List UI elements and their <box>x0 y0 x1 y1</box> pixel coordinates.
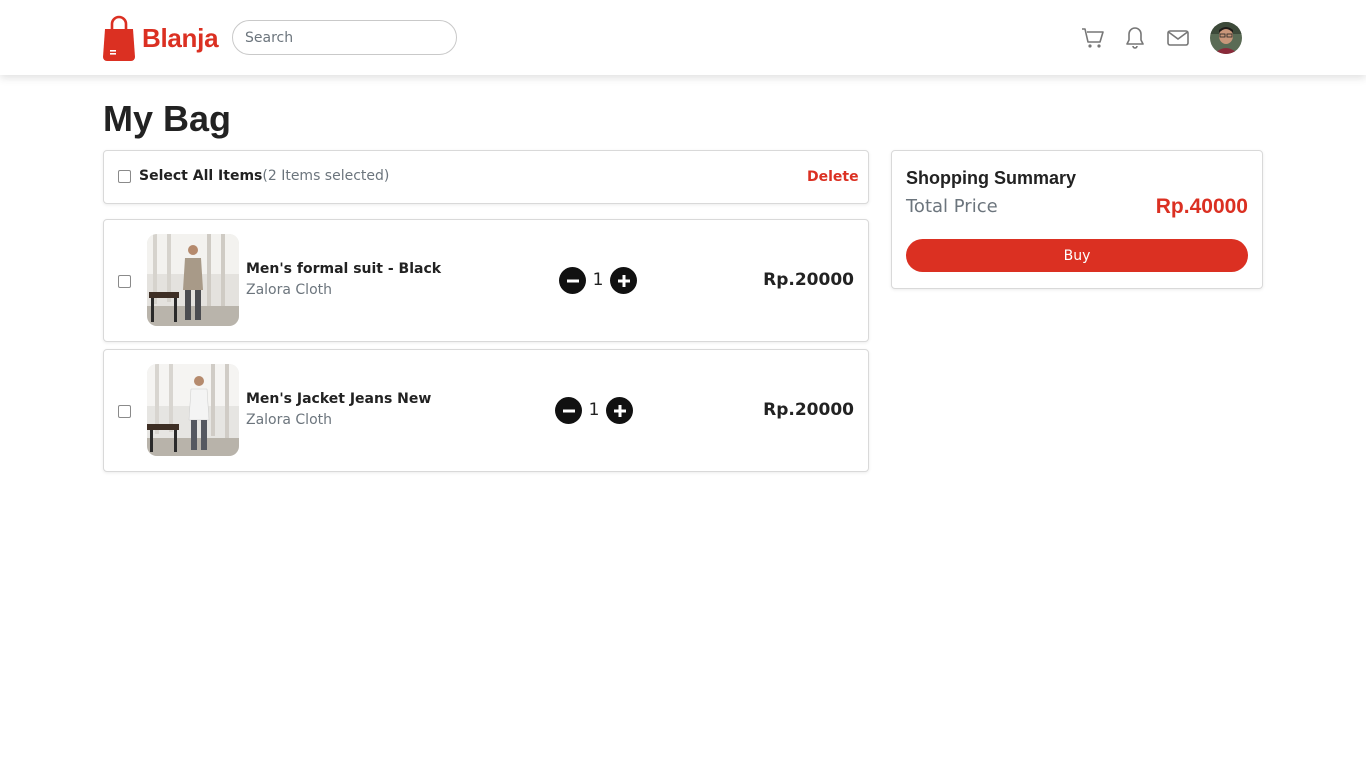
minus-icon <box>562 409 575 412</box>
item-name: Men's formal suit - Black <box>246 261 442 277</box>
item-price: Rp.20000 <box>763 270 854 290</box>
top-navbar: Blanja <box>0 0 1366 75</box>
item-price: Rp.20000 <box>763 400 854 420</box>
cart-icon[interactable] <box>1081 25 1105 51</box>
decrease-quantity-button[interactable] <box>559 267 586 294</box>
page-title: My Bag <box>103 98 232 139</box>
select-all-text: Select All Items <box>139 168 263 184</box>
item-checkbox[interactable] <box>118 405 131 418</box>
summary-title: Shopping Summary <box>906 168 1077 188</box>
delete-button[interactable]: Delete <box>807 169 859 185</box>
user-avatar[interactable] <box>1210 22 1242 54</box>
quantity-value: 1 <box>588 400 600 420</box>
selected-count: (2 Items selected) <box>262 168 390 184</box>
select-all-checkbox[interactable] <box>118 170 131 183</box>
quantity-value: 1 <box>592 270 604 290</box>
select-all-label: Select All Items(2 Items selected) <box>139 168 389 184</box>
product-image[interactable] <box>147 364 239 456</box>
item-store: Zalora Cloth <box>246 412 333 428</box>
item-checkbox[interactable] <box>118 275 131 288</box>
item-store: Zalora Cloth <box>246 282 333 298</box>
decrease-quantity-button[interactable] <box>555 397 582 424</box>
bell-icon[interactable] <box>1123 25 1147 51</box>
product-image[interactable] <box>147 234 239 326</box>
item-name: Men's Jacket Jeans New <box>246 391 432 407</box>
increase-quantity-button[interactable] <box>610 267 637 294</box>
increase-quantity-button[interactable] <box>606 397 633 424</box>
buy-button[interactable]: Buy <box>906 239 1248 272</box>
shopping-bag-icon <box>102 15 136 61</box>
total-price-label: Total Price <box>906 196 998 217</box>
brand-logo[interactable]: Blanja <box>102 14 222 62</box>
search-input[interactable] <box>232 20 457 55</box>
plus-icon <box>613 404 626 417</box>
plus-icon <box>617 274 630 287</box>
total-price-value: Rp.40000 <box>1155 195 1248 218</box>
mail-icon[interactable] <box>1166 25 1190 51</box>
minus-icon <box>566 279 579 282</box>
brand-name: Blanja <box>142 22 219 53</box>
